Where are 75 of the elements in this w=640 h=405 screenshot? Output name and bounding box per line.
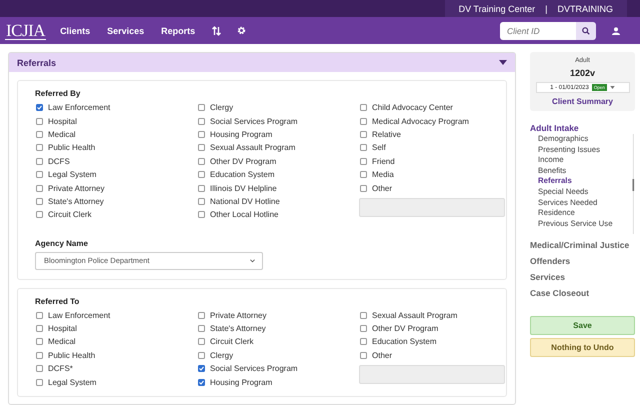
user-icon[interactable] — [612, 26, 620, 34]
panel-header[interactable]: Referrals — [9, 53, 515, 72]
checkbox[interactable]: State's Attorney — [35, 194, 197, 208]
checkbox[interactable]: Housing Program — [197, 375, 359, 389]
checkbox[interactable]: Self — [359, 141, 507, 155]
checkbox[interactable]: State's Attorney — [197, 322, 359, 336]
checkmark-icon — [199, 380, 204, 385]
client-summary-link[interactable]: Client Summary — [552, 97, 613, 106]
caret-icon — [610, 86, 615, 89]
settings-icon[interactable] — [237, 26, 246, 35]
checkbox[interactable]: Social Services Program — [197, 362, 359, 376]
client-id-search-field[interactable]: Client ID — [500, 22, 576, 40]
checkbox[interactable]: Sexual Assault Program — [197, 141, 359, 155]
checkbox[interactable]: Legal System — [35, 168, 197, 182]
checkbox[interactable]: Other Local Hotline — [197, 208, 359, 222]
checkbox[interactable]: Other — [359, 181, 507, 195]
checkbox[interactable]: Education System — [359, 335, 507, 349]
collapse-icon[interactable] — [499, 60, 507, 65]
checkbox[interactable]: Hospital — [35, 322, 197, 336]
section-link[interactable]: Case Closeout — [530, 288, 635, 299]
section-title: Referred To — [35, 296, 80, 306]
checkbox[interactable]: Social Services Program — [197, 114, 359, 128]
panel-title: Referrals — [17, 58, 56, 68]
section-title: Referred By — [35, 89, 82, 98]
separator: | — [545, 4, 548, 14]
checkbox[interactable]: Private Attorney — [197, 308, 359, 322]
checkbox[interactable]: Other DV Program — [359, 322, 507, 336]
client-id: 1202v — [570, 68, 596, 78]
scrollbar[interactable] — [632, 134, 635, 234]
checkbox[interactable]: Relative — [359, 128, 507, 142]
checkbox[interactable]: Sexual Assault Program — [359, 308, 507, 322]
checkbox[interactable]: Child Advocacy Center — [359, 101, 507, 114]
checkbox[interactable]: Other — [359, 348, 507, 362]
checkbox[interactable]: Media — [359, 168, 507, 182]
undo-button[interactable]: Nothing to Undo — [530, 338, 635, 357]
logo[interactable]: ICJIA — [5, 22, 46, 40]
checkbox[interactable]: Private Attorney — [35, 181, 197, 195]
checkbox[interactable]: National DV Hotline — [197, 194, 359, 208]
checkmark-icon — [37, 105, 42, 110]
sort-icon[interactable] — [212, 26, 222, 36]
section-link[interactable]: Services — [530, 272, 635, 283]
checkbox[interactable]: DCFS — [35, 154, 197, 168]
checkbox[interactable]: DCFS* — [35, 362, 197, 376]
section-link[interactable]: Medical/Criminal Justice — [530, 240, 635, 251]
checkbox[interactable]: Law Enforcement — [35, 101, 197, 114]
checkbox[interactable]: Friend — [359, 154, 507, 168]
checkbox[interactable]: Medical Advocacy Program — [359, 114, 507, 128]
checkbox[interactable]: Circuit Clerk — [197, 335, 359, 349]
field-label: Agency Name — [35, 238, 89, 248]
section-link[interactable]: Adult Intake — [530, 123, 635, 134]
organization-name: DV Training Center — [458, 4, 536, 14]
checkbox[interactable]: Public Health — [35, 348, 197, 362]
checkbox[interactable]: Clergy — [197, 348, 359, 362]
search-icon — [582, 26, 590, 34]
checkbox[interactable]: Education System — [197, 168, 359, 182]
save-button[interactable]: Save — [530, 316, 635, 335]
user-name: DVTRAINING — [557, 4, 613, 14]
nav-link[interactable]: Reports — [161, 26, 196, 36]
nav-link[interactable]: Clients — [60, 26, 90, 36]
checkbox[interactable]: Illinois DV Helpline — [197, 181, 359, 195]
checkbox[interactable]: Public Health — [35, 141, 197, 155]
checkbox[interactable]: Circuit Clerk — [35, 208, 197, 222]
checkbox[interactable]: Clergy — [197, 101, 359, 114]
checkbox[interactable]: Hospital — [35, 114, 197, 128]
section-link[interactable]: Offenders — [530, 256, 635, 267]
search-button[interactable] — [576, 22, 596, 40]
checkbox[interactable]: Housing Program — [197, 128, 359, 142]
checkbox[interactable]: Law Enforcement — [35, 308, 197, 322]
checkbox[interactable]: Other DV Program — [197, 154, 359, 168]
checkbox[interactable]: Legal System — [35, 375, 197, 389]
checkbox[interactable]: Medical — [35, 335, 197, 349]
chevron-down-icon — [250, 258, 255, 263]
checkbox[interactable]: Medical — [35, 128, 197, 142]
nav-link[interactable]: Services — [107, 26, 144, 36]
checkmark-icon — [199, 366, 204, 372]
